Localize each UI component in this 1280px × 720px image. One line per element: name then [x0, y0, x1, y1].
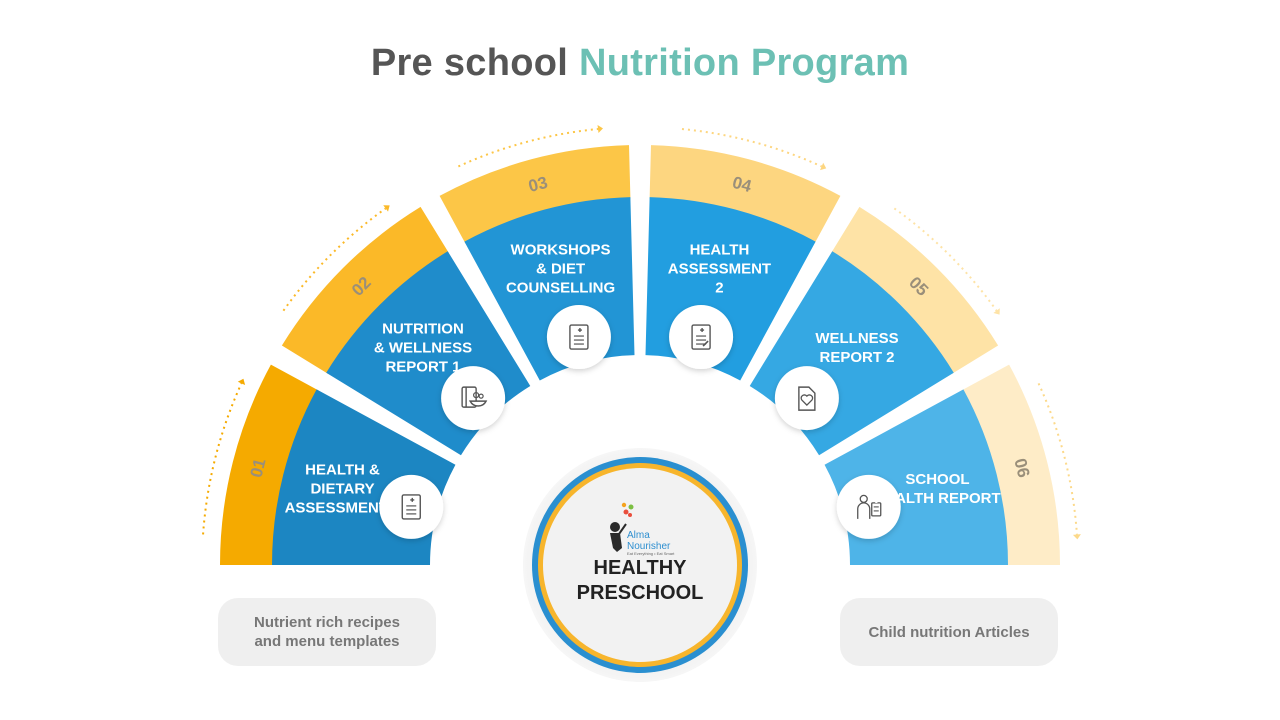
- segment-label-line: HEALTH &: [305, 461, 380, 479]
- segment-06-label: SCHOOL HEALTH REPORT: [852, 470, 1022, 508]
- diagram-canvas: 010203 040506: [202, 125, 1081, 693]
- segment-label-line: HEALTH REPORT: [874, 490, 1001, 508]
- center-label-line2: PRESCHOOL: [576, 582, 704, 604]
- segment-01-label: HEALTH & DIETARY ASSESSMENT 1: [258, 461, 428, 518]
- report-icon: [669, 305, 734, 370]
- segment-label-line: & DIET: [535, 260, 586, 278]
- resource-pill-recipes: Nutrient rich recipes and menu templates: [218, 598, 436, 666]
- segment-05-label: WELLNESS REPORT 2: [772, 329, 942, 367]
- page-title: Pre school Nutrition Program: [0, 42, 1280, 85]
- segment-label-line: ASSESSMENT: [667, 260, 772, 278]
- title-part-accent: Nutrition Program: [578, 42, 910, 84]
- segment-02-label: NUTRITION & WELLNESS REPORT 1: [338, 319, 508, 376]
- segment-label-line: REPORT 2: [819, 348, 895, 366]
- document-icon: [546, 305, 611, 370]
- arrow-head-icon: [1072, 534, 1081, 540]
- segment-label-line: WORKSHOPS: [510, 241, 611, 259]
- title-part-dark: Pre school: [370, 42, 569, 84]
- resource-pill-articles: Child nutrition Articles: [840, 598, 1058, 666]
- logo-name: Alma Nourisher: [627, 530, 671, 552]
- segment-label-line: REPORT 1: [385, 358, 461, 376]
- segment-label-line: SCHOOL: [905, 471, 970, 489]
- arrow-head-icon: [597, 125, 603, 133]
- pill-recipes-line1: Nutrient rich recipes: [254, 614, 400, 631]
- pill-recipes-line2: and menu templates: [254, 633, 400, 650]
- segment-label-line: HEALTH: [689, 241, 750, 259]
- segment-label-line: 2: [715, 279, 724, 297]
- segment-04-label: HEALTH ASSESSMENT 2: [634, 240, 804, 297]
- segment-label-line: WELLNESS: [815, 329, 899, 347]
- segment-label-line: ASSESSMENT 1: [284, 499, 401, 517]
- center-label-line1: HEALTHY: [593, 557, 687, 579]
- pill-articles-text: Child nutrition Articles: [868, 623, 1030, 641]
- center-label: HEALTHY PRESCHOOL: [540, 556, 740, 606]
- segment-label-line: COUNSELLING: [505, 279, 616, 297]
- segment-03-label: WORKSHOPS & DIET COUNSELLING: [476, 240, 646, 297]
- segment-label-line: NUTRITION: [382, 320, 464, 338]
- segment-label-line: DIETARY: [310, 480, 375, 498]
- heart-document-icon: [774, 366, 839, 431]
- segment-label-line: & WELLNESS: [373, 339, 473, 357]
